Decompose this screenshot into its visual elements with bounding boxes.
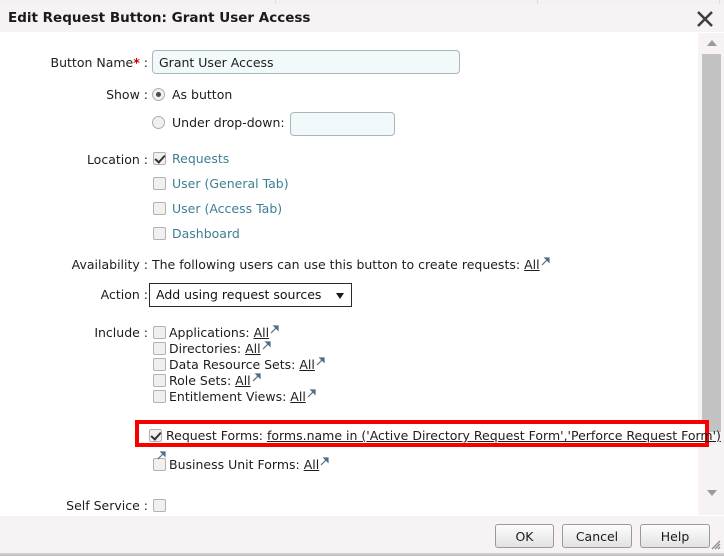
under-dropdown-input[interactable]: [290, 112, 395, 136]
checkbox-dashboard-label[interactable]: Dashboard: [172, 226, 240, 241]
checkbox-requests-label[interactable]: Requests: [172, 151, 229, 166]
checkbox-role-sets[interactable]: [153, 374, 166, 387]
business-unit-forms-all-link[interactable]: All: [304, 457, 320, 472]
applications-all-link[interactable]: All: [254, 325, 270, 340]
include-label: Include :: [0, 325, 148, 340]
availability-sentence: The following users can use this button …: [152, 257, 520, 272]
action-label: Action :: [0, 287, 148, 302]
help-button[interactable]: Help: [640, 524, 710, 548]
dialog-titlebar: Edit Request Button: Grant User Access: [0, 4, 724, 33]
include-item-entitlement-views: Entitlement Views: All: [169, 389, 316, 404]
include-item-directories: Directories: All: [169, 341, 271, 356]
scroll-up-arrow-icon[interactable]: [701, 35, 722, 51]
external-link-icon: [157, 449, 166, 458]
cancel-button[interactable]: Cancel: [562, 524, 632, 548]
checkbox-applications[interactable]: [153, 326, 166, 339]
availability-all-link[interactable]: All: [524, 257, 540, 272]
external-link-icon: [541, 257, 550, 266]
scroll-down-arrow-icon[interactable]: [701, 485, 722, 501]
external-link-icon: [320, 457, 329, 466]
checkbox-user-general-tab-label[interactable]: User (General Tab): [172, 176, 289, 191]
location-label: Location :: [0, 152, 148, 167]
checkbox-user-general-tab[interactable]: [153, 177, 166, 190]
scrollbar-thumb[interactable]: [702, 54, 721, 432]
entitlement-views-all-link[interactable]: All: [290, 389, 306, 404]
checkbox-entitlement-views[interactable]: [153, 390, 166, 403]
checkbox-user-access-tab[interactable]: [153, 202, 166, 215]
checkbox-directories[interactable]: [153, 342, 166, 355]
checkbox-dashboard[interactable]: [153, 227, 166, 240]
chevron-down-icon: [336, 293, 344, 299]
include-item-data-resource-sets: Data Resource Sets: All: [169, 357, 325, 372]
include-item-role-sets: Role Sets: All: [169, 373, 261, 388]
availability-text: The following users can use this button …: [152, 257, 550, 272]
radio-as-button[interactable]: [152, 88, 165, 101]
request-forms-highlight-box: Request Forms: forms.name in ('Active Di…: [135, 420, 709, 447]
action-select-value: Add using request sources: [156, 287, 321, 302]
checkbox-data-resource-sets[interactable]: [153, 358, 166, 371]
checkbox-requests[interactable]: [153, 152, 166, 165]
checkbox-request-forms[interactable]: [149, 429, 162, 442]
edit-request-button-dialog: Edit Request Button: Grant User Access B…: [0, 0, 724, 556]
radio-under-dropdown-label: Under drop-down:: [172, 115, 285, 130]
role-sets-all-link[interactable]: All: [235, 373, 251, 388]
external-link-icon: [307, 389, 316, 398]
checkbox-user-access-tab-label[interactable]: User (Access Tab): [172, 201, 282, 216]
self-service-label: Self Service :: [0, 498, 148, 513]
include-item-request-forms: Request Forms: forms.name in ('Active Di…: [166, 428, 721, 443]
include-item-applications: Applications: All: [169, 325, 279, 340]
external-link-icon: [316, 357, 325, 366]
external-link-icon: [252, 373, 261, 382]
button-name-input[interactable]: [152, 50, 460, 74]
external-link-icon: [262, 341, 271, 350]
dialog-footer: OK Cancel Help: [0, 515, 724, 556]
include-item-business-unit-forms: Business Unit Forms: All: [169, 457, 329, 472]
action-select[interactable]: Add using request sources: [149, 283, 352, 307]
radio-as-button-label: As button: [172, 87, 232, 102]
dialog-title: Edit Request Button: Grant User Access: [8, 10, 310, 26]
ok-button[interactable]: OK: [495, 524, 554, 548]
resize-grip[interactable]: [709, 538, 721, 550]
external-link-icon: [270, 325, 279, 334]
close-icon[interactable]: [694, 8, 716, 30]
checkbox-self-service[interactable]: [153, 499, 166, 512]
directories-all-link[interactable]: All: [245, 341, 261, 356]
availability-label: Availability :: [0, 257, 148, 272]
radio-under-dropdown[interactable]: [152, 116, 165, 129]
required-marker: *: [133, 55, 140, 70]
show-label: Show :: [0, 87, 148, 102]
button-name-label: Button Name* :: [0, 55, 148, 70]
data-resource-sets-all-link[interactable]: All: [299, 357, 315, 372]
request-forms-filter-link[interactable]: forms.name in ('Active Directory Request…: [267, 428, 721, 443]
